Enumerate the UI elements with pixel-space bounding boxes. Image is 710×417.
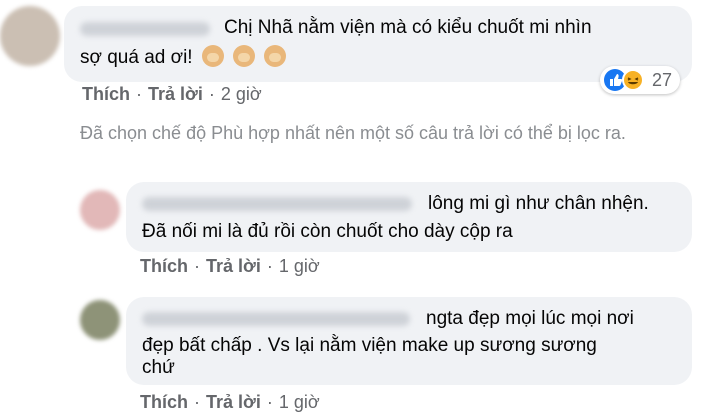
reply-actions: Thích · Trả lời · 1 giờ — [140, 392, 320, 413]
reply-actions: Thích · Trả lời · 1 giờ — [140, 256, 320, 277]
commenter-avatar[interactable] — [0, 6, 60, 66]
reply-author-blurred[interactable] — [142, 312, 410, 326]
monkey-face-icon — [233, 45, 256, 67]
like-button[interactable]: Thích — [140, 392, 188, 412]
like-button[interactable]: Thích — [140, 256, 188, 276]
separator-dot: · — [266, 256, 273, 276]
reply-text-line-2: Đã nối mi là đủ rồi còn chuốt cho dày cộ… — [142, 221, 513, 242]
separator-dot: · — [194, 256, 200, 276]
reply-avatar[interactable] — [80, 300, 120, 340]
comment-text-line-2-text: sợ quá ad ơi! — [80, 47, 193, 68]
reply-button[interactable]: Trả lời — [206, 256, 261, 276]
commenter-name-blurred[interactable] — [80, 22, 210, 36]
monkey-face-icon — [264, 45, 287, 67]
reaction-count: 27 — [652, 69, 673, 90]
comment-timestamp[interactable]: 2 giờ — [221, 84, 262, 104]
haha-icon — [622, 69, 644, 91]
separator-dot: · — [266, 392, 273, 412]
separator-dot: · — [208, 84, 215, 104]
separator-dot: · — [194, 392, 200, 412]
reply-timestamp[interactable]: 1 giờ — [279, 392, 320, 412]
reply-text-line-2: đẹp bất chấp . Vs lại nằm viện make up s… — [142, 335, 597, 356]
reply-button[interactable]: Trả lời — [148, 84, 203, 104]
reply-avatar[interactable] — [80, 190, 120, 230]
monkey-face-icon — [201, 45, 224, 67]
comment-actions: Thích · Trả lời · 2 giờ — [82, 84, 262, 105]
reply-text-line-3: chứ — [142, 357, 175, 378]
reaction-summary[interactable]: 27 — [600, 66, 681, 94]
reply-timestamp[interactable]: 1 giờ — [279, 256, 320, 276]
comment-text-line-2: sợ quá ad ơi! — [80, 44, 287, 71]
reply-text-line-1: ngta đẹp mọi lúc mọi nơi — [426, 308, 634, 329]
filter-notice: Đã chọn chế độ Phù hợp nhất nên một số c… — [80, 123, 626, 143]
separator-dot: · — [136, 84, 142, 104]
reply-author-blurred[interactable] — [142, 197, 412, 211]
reply-button[interactable]: Trả lời — [206, 392, 261, 412]
like-button[interactable]: Thích — [82, 84, 130, 104]
comment-text-line-1: Chị Nhã nằm viện mà có kiểu chuốt mi nhì… — [224, 17, 592, 38]
reply-text-line-1: lông mi gì như chân nhện. — [428, 193, 649, 214]
